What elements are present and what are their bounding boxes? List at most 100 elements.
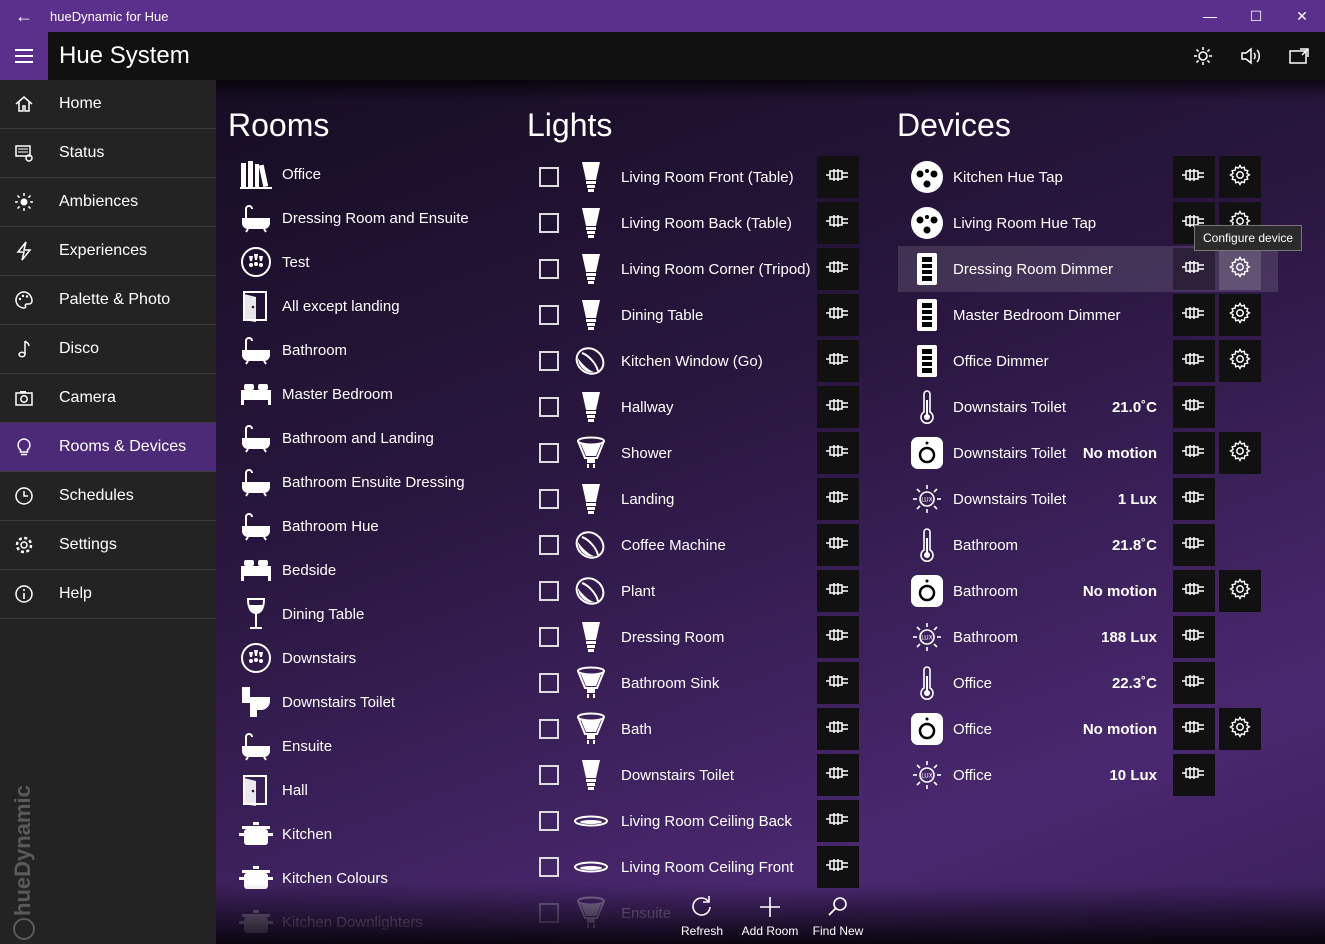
device-item[interactable]: Office No motion (906, 706, 1286, 752)
device-item[interactable]: Bathroom No motion (906, 568, 1286, 614)
identify-device-button[interactable] (1173, 432, 1215, 474)
identify-light-button[interactable] (817, 386, 859, 428)
identify-light-button[interactable] (817, 432, 859, 474)
identify-device-button[interactable] (1173, 294, 1215, 336)
device-item[interactable]: Kitchen Hue Tap (906, 154, 1286, 200)
sidebar-item-disco[interactable]: Disco (0, 325, 216, 374)
light-checkbox[interactable] (539, 627, 559, 647)
identify-device-button[interactable] (1173, 386, 1215, 428)
sidebar-item-help[interactable]: Help (0, 570, 216, 619)
identify-light-button[interactable] (817, 846, 859, 888)
light-item[interactable]: Coffee Machine (536, 522, 866, 568)
sidebar-item-camera[interactable]: Camera (0, 374, 216, 423)
sidebar-item-schedules[interactable]: Schedules (0, 472, 216, 521)
identify-light-button[interactable] (817, 478, 859, 520)
configure-device-button[interactable] (1219, 432, 1261, 474)
identify-device-button[interactable] (1173, 248, 1215, 290)
sidebar-item-experiences[interactable]: Experiences (0, 227, 216, 276)
room-item[interactable]: Office (238, 152, 518, 196)
light-checkbox[interactable] (539, 351, 559, 371)
light-checkbox[interactable] (539, 397, 559, 417)
identify-light-button[interactable] (817, 524, 859, 566)
device-item[interactable]: LUX Office 10 Lux (906, 752, 1286, 798)
light-item[interactable]: Plant (536, 568, 866, 614)
identify-light-button[interactable] (817, 570, 859, 612)
sidebar-item-status[interactable]: Status (0, 129, 216, 178)
identify-light-button[interactable] (817, 754, 859, 796)
identify-light-button[interactable] (817, 248, 859, 290)
room-item[interactable]: Kitchen (238, 812, 518, 856)
light-checkbox[interactable] (539, 489, 559, 509)
light-item[interactable]: Dining Table (536, 292, 866, 338)
identify-device-button[interactable] (1173, 708, 1215, 750)
room-item[interactable]: Master Bedroom (238, 372, 518, 416)
refresh-button[interactable]: Refresh (668, 894, 736, 938)
room-item[interactable]: Ensuite (238, 724, 518, 768)
identify-light-button[interactable] (817, 616, 859, 658)
light-item[interactable]: Bathroom Sink (536, 660, 866, 706)
configure-device-button[interactable] (1219, 294, 1261, 336)
brightness-icon[interactable] (1187, 46, 1219, 66)
identify-light-button[interactable] (817, 800, 859, 842)
device-item[interactable]: Bathroom 21.8˚C (906, 522, 1286, 568)
identify-device-button[interactable] (1173, 524, 1215, 566)
identify-device-button[interactable] (1173, 570, 1215, 612)
light-item[interactable]: Landing (536, 476, 866, 522)
device-item[interactable]: Downstairs Toilet No motion (906, 430, 1286, 476)
light-item[interactable]: Kitchen Window (Go) (536, 338, 866, 384)
light-checkbox[interactable] (539, 213, 559, 233)
sidebar-item-palette-photo[interactable]: Palette & Photo (0, 276, 216, 325)
sidebar-item-rooms-devices[interactable]: Rooms & Devices (0, 423, 216, 472)
light-checkbox[interactable] (539, 259, 559, 279)
configure-device-button[interactable] (1219, 708, 1261, 750)
identify-device-button[interactable] (1173, 754, 1215, 796)
light-checkbox[interactable] (539, 305, 559, 325)
identify-light-button[interactable] (817, 662, 859, 704)
identify-light-button[interactable] (817, 340, 859, 382)
minimize-button[interactable]: — (1187, 0, 1233, 32)
close-button[interactable]: ✕ (1279, 0, 1325, 32)
device-item[interactable]: LUX Downstairs Toilet 1 Lux (906, 476, 1286, 522)
cast-display-icon[interactable] (1283, 46, 1315, 66)
configure-device-button[interactable] (1219, 340, 1261, 382)
device-item[interactable]: Downstairs Toilet 21.0˚C (906, 384, 1286, 430)
light-item[interactable]: Bath (536, 706, 866, 752)
light-checkbox[interactable] (539, 857, 559, 877)
room-item[interactable]: Bathroom (238, 328, 518, 372)
light-checkbox[interactable] (539, 167, 559, 187)
room-item[interactable]: Downstairs (238, 636, 518, 680)
add-room-button[interactable]: Add Room (736, 894, 804, 938)
device-item[interactable]: Master Bedroom Dimmer (906, 292, 1286, 338)
room-item[interactable]: Hall (238, 768, 518, 812)
room-item[interactable]: Bedside (238, 548, 518, 592)
configure-device-button[interactable] (1219, 570, 1261, 612)
room-item[interactable]: All except landing (238, 284, 518, 328)
device-item[interactable]: Office Dimmer (906, 338, 1286, 384)
room-item[interactable]: Test (238, 240, 518, 284)
light-item[interactable]: Hallway (536, 384, 866, 430)
light-item[interactable]: Living Room Ceiling Back (536, 798, 866, 844)
room-item[interactable]: Dressing Room and Ensuite (238, 196, 518, 240)
identify-device-button[interactable] (1173, 662, 1215, 704)
room-item[interactable]: Dining Table (238, 592, 518, 636)
identify-device-button[interactable] (1173, 340, 1215, 382)
light-checkbox[interactable] (539, 581, 559, 601)
identify-device-button[interactable] (1173, 156, 1215, 198)
maximize-button[interactable]: ☐ (1233, 0, 1279, 32)
volume-icon[interactable] (1235, 46, 1267, 66)
light-checkbox[interactable] (539, 719, 559, 739)
identify-light-button[interactable] (817, 156, 859, 198)
light-checkbox[interactable] (539, 765, 559, 785)
room-item[interactable]: Bathroom and Landing (238, 416, 518, 460)
back-arrow-icon[interactable]: ← (0, 0, 48, 32)
device-item[interactable]: Office 22.3˚C (906, 660, 1286, 706)
light-item[interactable]: Dressing Room (536, 614, 866, 660)
room-item[interactable]: Bathroom Hue (238, 504, 518, 548)
room-item[interactable]: Downstairs Toilet (238, 680, 518, 724)
room-item[interactable]: Bathroom Ensuite Dressing (238, 460, 518, 504)
identify-light-button[interactable] (817, 202, 859, 244)
light-item[interactable]: Living Room Front (Table) (536, 154, 866, 200)
light-item[interactable]: Living Room Back (Table) (536, 200, 866, 246)
configure-device-button[interactable] (1219, 248, 1261, 290)
identify-light-button[interactable] (817, 294, 859, 336)
